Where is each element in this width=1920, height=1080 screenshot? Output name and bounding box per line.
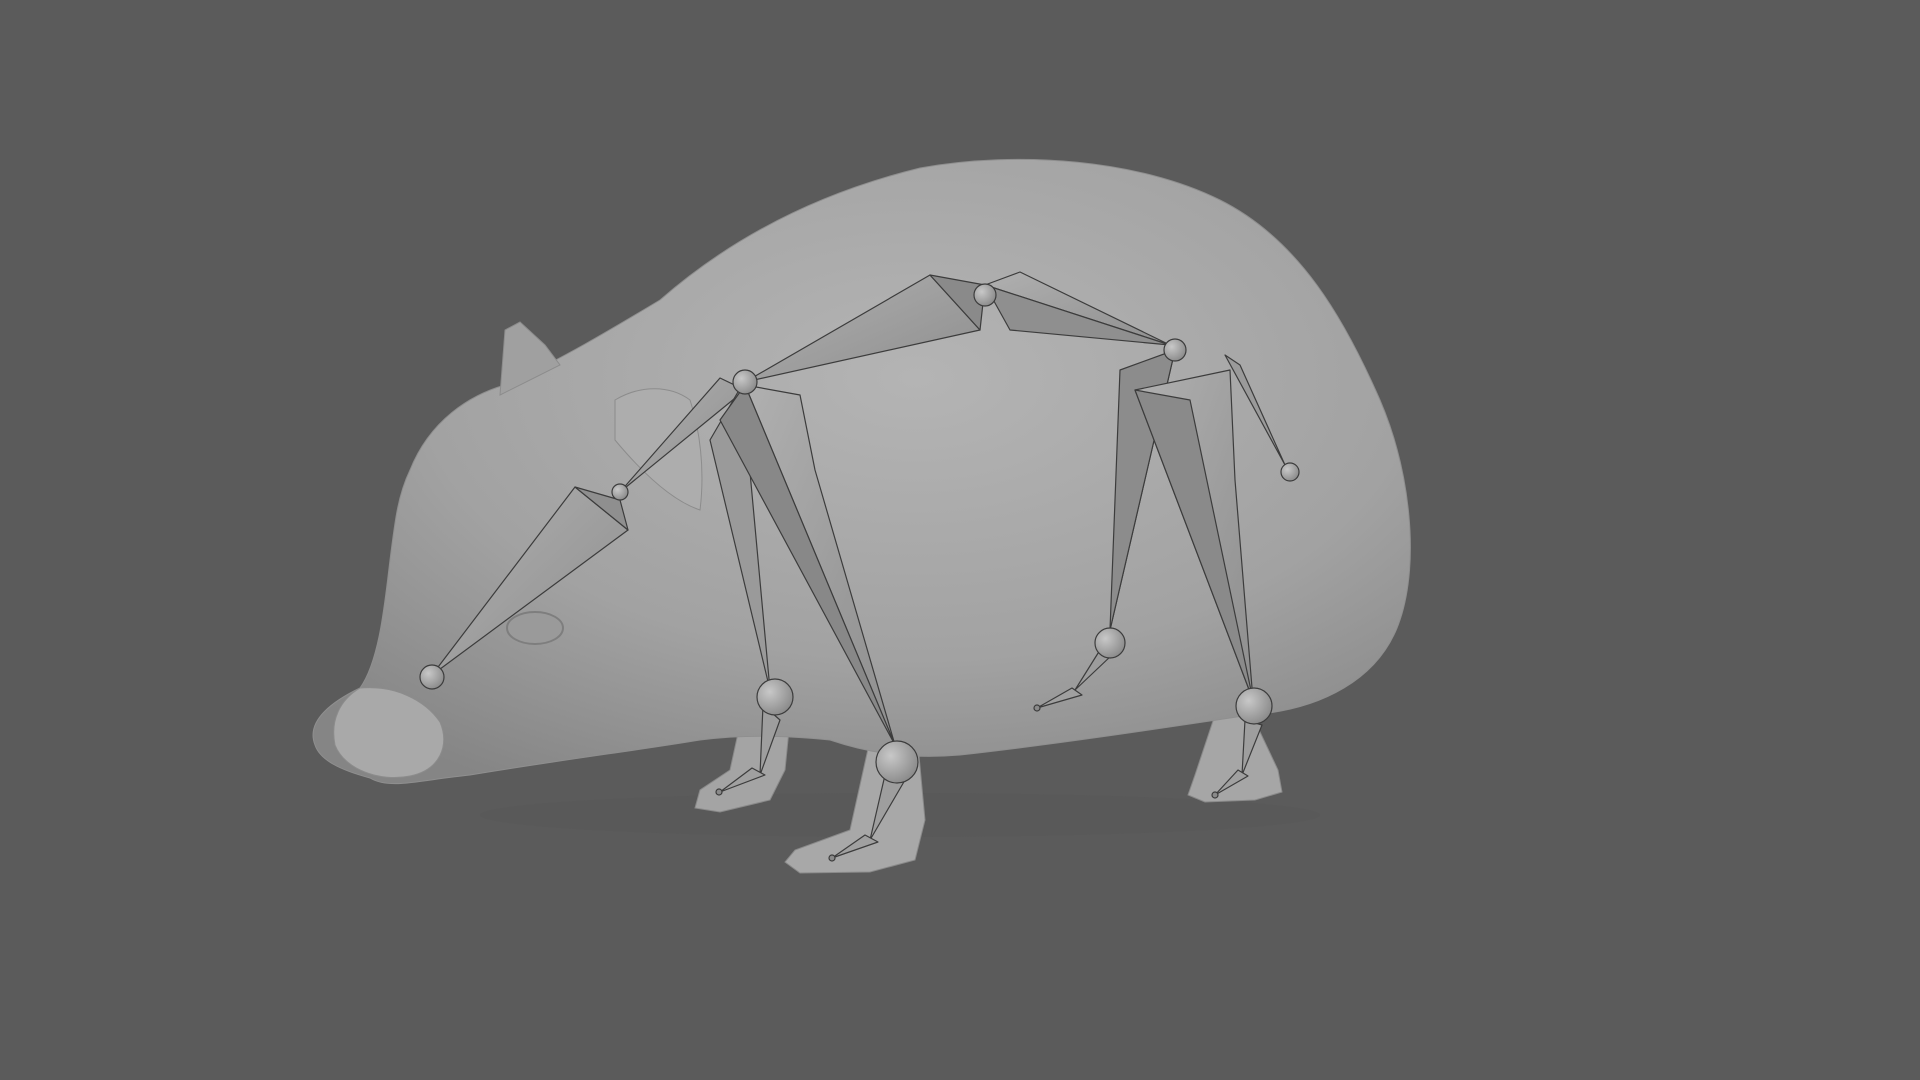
joint-neck[interactable]: [611, 483, 629, 501]
joint-head-tip[interactable]: [419, 664, 445, 690]
rear-near-foot[interactable]: [1187, 714, 1283, 803]
hamster-eye[interactable]: [506, 611, 564, 645]
joint-rear-near-toe[interactable]: [1211, 791, 1219, 799]
joint-rear-knee[interactable]: [1094, 627, 1126, 659]
joint-front-near-knee[interactable]: [875, 740, 919, 784]
viewport-canvas[interactable]: [0, 0, 1920, 1080]
joint-tail-tip[interactable]: [1280, 462, 1300, 482]
joint-rear-near-knee[interactable]: [1235, 687, 1273, 725]
joint-spine-mid[interactable]: [973, 283, 997, 307]
joint-front-far-knee[interactable]: [756, 678, 794, 716]
joint-front-near-toe[interactable]: [828, 854, 836, 862]
joint-shoulder[interactable]: [732, 369, 758, 395]
joint-front-far-toe[interactable]: [715, 788, 723, 796]
3d-viewport[interactable]: [0, 0, 1920, 1080]
joint-rear-toe[interactable]: [1033, 704, 1041, 712]
joint-hip[interactable]: [1163, 338, 1187, 362]
